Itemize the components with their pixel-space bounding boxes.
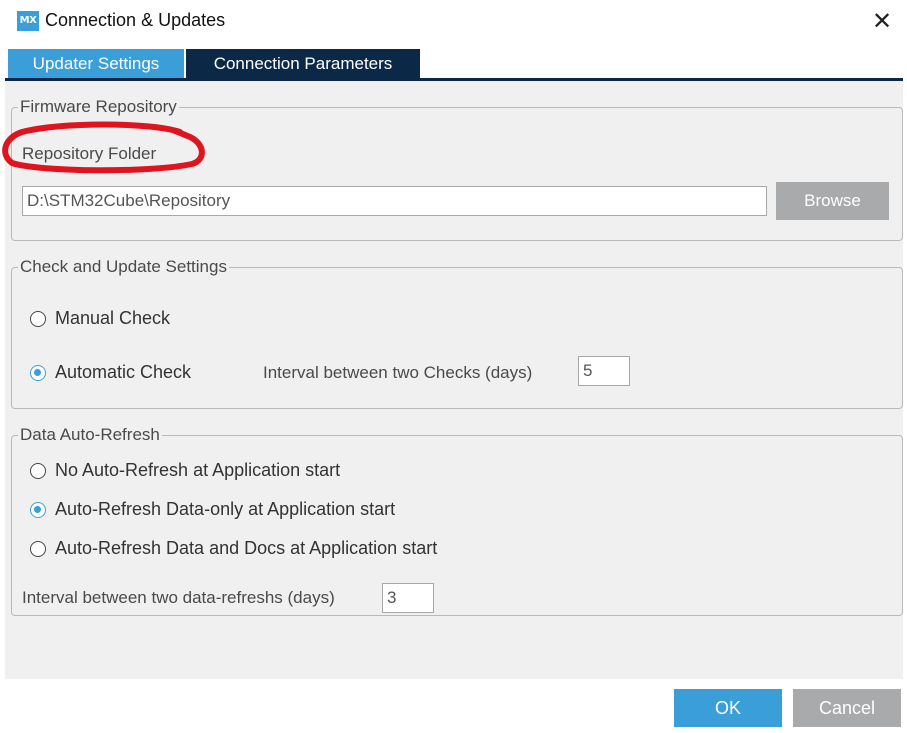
- radio-unchecked-icon: [30, 310, 46, 327]
- tab-connection-parameters[interactable]: Connection Parameters: [186, 49, 420, 79]
- radio-unchecked-icon: [30, 462, 46, 479]
- radio-unchecked-icon: [30, 540, 46, 557]
- refresh-interval-input[interactable]: 3: [382, 583, 434, 613]
- refresh-interval-label: Interval between two data-refreshs (days…: [22, 588, 335, 607]
- check-update-legend: Check and Update Settings: [18, 257, 229, 277]
- repository-folder-label: Repository Folder: [22, 144, 157, 163]
- no-auto-refresh-radio[interactable]: No Auto-Refresh at Application start: [30, 460, 340, 481]
- auto-refresh-data-only-label: Auto-Refresh Data-only at Application st…: [55, 499, 396, 519]
- title-bar: MX Connection & Updates ✕: [0, 0, 907, 42]
- auto-refresh-data-docs-radio[interactable]: Auto-Refresh Data and Docs at Applicatio…: [30, 538, 437, 559]
- auto-refresh-data-docs-label: Auto-Refresh Data and Docs at Applicatio…: [55, 538, 438, 558]
- data-auto-refresh-group: Data Auto-Refresh No Auto-Refresh at App…: [11, 425, 903, 616]
- check-update-group: Check and Update Settings Manual Check A…: [11, 257, 903, 409]
- tab-updater-settings[interactable]: Updater Settings: [8, 49, 184, 79]
- no-auto-refresh-label: No Auto-Refresh at Application start: [55, 460, 341, 480]
- check-interval-label: Interval between two Checks (days): [263, 363, 533, 382]
- tab-bar: Updater Settings Connection Parameters: [8, 49, 420, 79]
- firmware-repository-group: Firmware Repository Repository Folder D:…: [11, 97, 903, 241]
- cancel-button[interactable]: Cancel: [793, 689, 901, 727]
- dialog-footer: OK Cancel: [0, 679, 907, 733]
- window-title: Connection & Updates: [45, 10, 226, 30]
- manual-check-radio[interactable]: Manual Check: [30, 308, 170, 329]
- radio-checked-icon: [30, 501, 46, 518]
- radio-checked-icon: [30, 364, 46, 381]
- automatic-check-label: Automatic Check: [55, 362, 192, 382]
- updater-settings-panel: Firmware Repository Repository Folder D:…: [5, 81, 903, 679]
- close-icon[interactable]: ✕: [869, 8, 895, 34]
- app-logo-icon: MX: [17, 11, 39, 31]
- repository-folder-input[interactable]: D:\STM32Cube\Repository: [22, 186, 767, 216]
- check-interval-input[interactable]: 5: [578, 356, 630, 386]
- auto-refresh-data-only-radio[interactable]: Auto-Refresh Data-only at Application st…: [30, 499, 395, 520]
- data-auto-refresh-legend: Data Auto-Refresh: [18, 425, 162, 445]
- browse-button[interactable]: Browse: [776, 182, 889, 220]
- ok-button[interactable]: OK: [674, 689, 782, 727]
- firmware-repository-legend: Firmware Repository: [18, 97, 179, 117]
- automatic-check-radio[interactable]: Automatic Check: [30, 362, 191, 383]
- manual-check-label: Manual Check: [55, 308, 171, 328]
